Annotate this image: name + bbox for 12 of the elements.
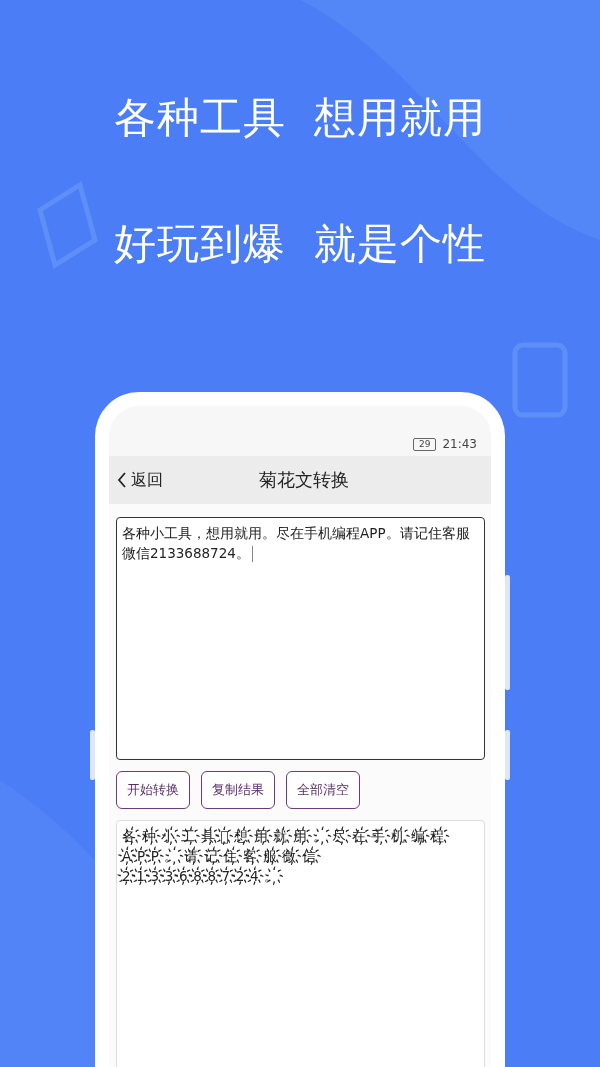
action-button[interactable]: 全部清空 [286, 771, 360, 809]
input-field[interactable]: 各种小工具，想用就用。尽在手机编程APP。请记住客服微信2133688724。 [116, 517, 485, 760]
action-button[interactable]: 复制结果 [201, 771, 275, 809]
back-button[interactable]: 返回 [117, 469, 163, 491]
headline: 各种工具 想用就用 [113, 92, 487, 144]
output-field[interactable]: 各҉种҉小҉工҉具҉，҉想҉用҉就҉用҉。҉尽҉在҉手҉机҉编҉程҉A҉P҉P҉。҉请҉记҉住҉客҉服҉微҉信҉2҉1҉3҉3҉6҉8҉8҉7҉2҉4҉。҉ [116, 820, 485, 1067]
status-time: 21:43 [442, 437, 477, 451]
headline: 好玩到爆 就是个性 [113, 218, 487, 270]
action-button[interactable]: 开始转换 [116, 771, 190, 809]
back-chevron-icon [117, 472, 127, 488]
battery-icon: 29 [412, 437, 437, 451]
screen-title: 菊花文转换 [259, 468, 349, 492]
